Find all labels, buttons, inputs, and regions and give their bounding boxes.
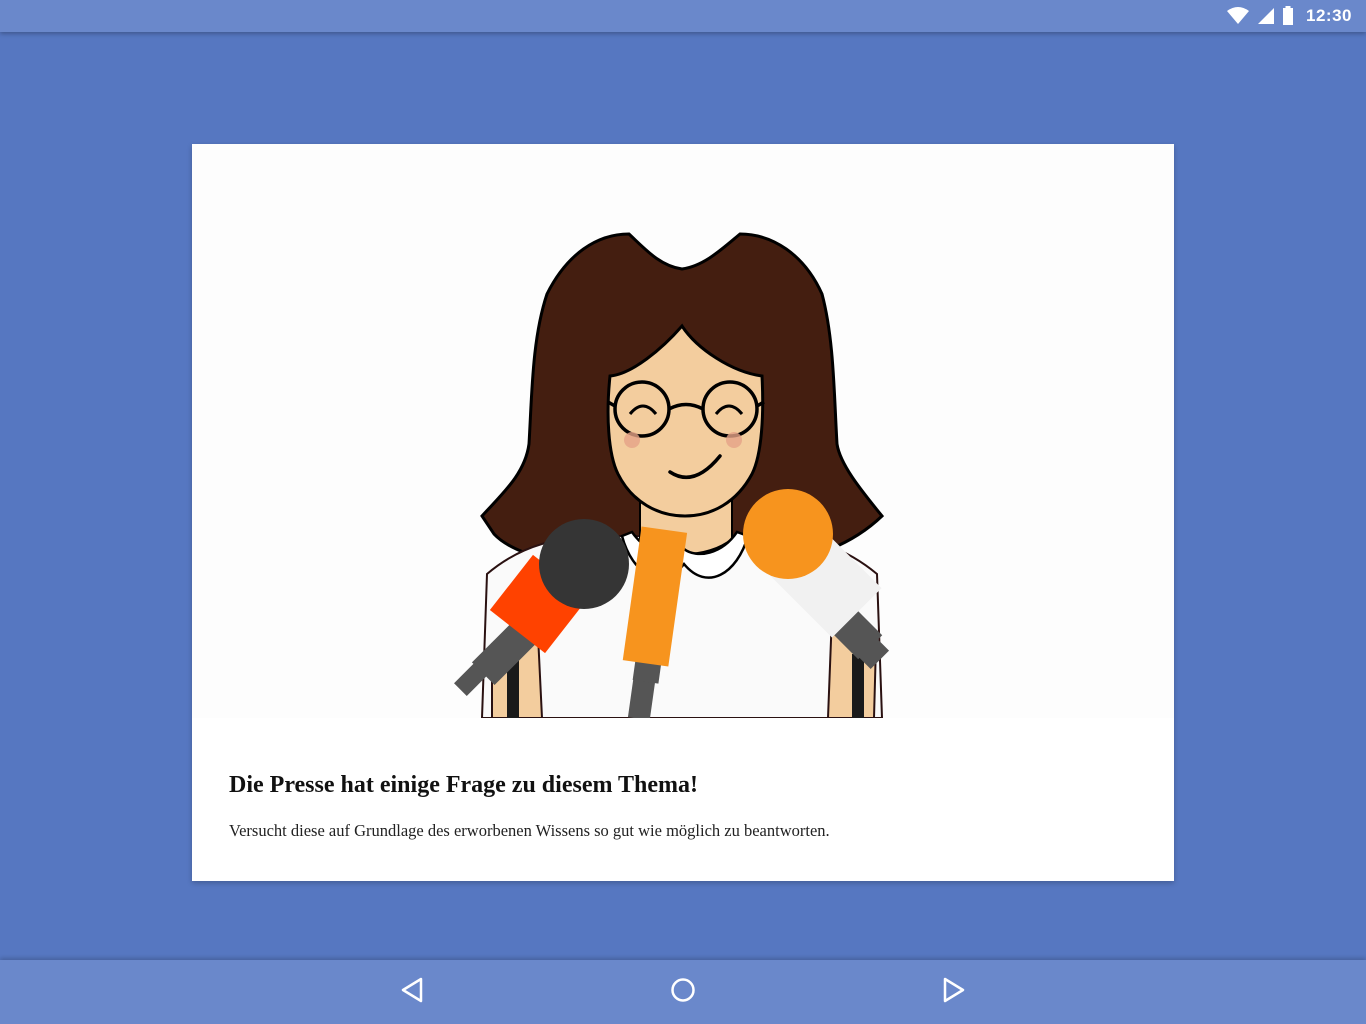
info-card: Die Presse hat einige Frage zu diesem Th… [192,144,1174,881]
next-button[interactable] [934,972,974,1012]
back-button[interactable] [392,972,432,1012]
clock: 12:30 [1306,6,1352,25]
card-title: Die Presse hat einige Frage zu diesem Th… [229,772,699,798]
status-icons: 12:30 [1226,0,1352,32]
card-description: Versucht diese auf Grundlage des erworbe… [229,821,830,840]
status-bar: 12:30 [0,0,1366,32]
next-icon [941,976,967,1009]
cellular-signal-icon [1256,6,1276,26]
wifi-icon [1226,6,1250,26]
press-illustration [192,144,1174,721]
battery-icon [1282,6,1294,26]
navigation-bar [0,960,1366,1024]
home-button[interactable] [663,972,703,1012]
back-icon [399,976,425,1009]
home-icon [669,976,697,1009]
